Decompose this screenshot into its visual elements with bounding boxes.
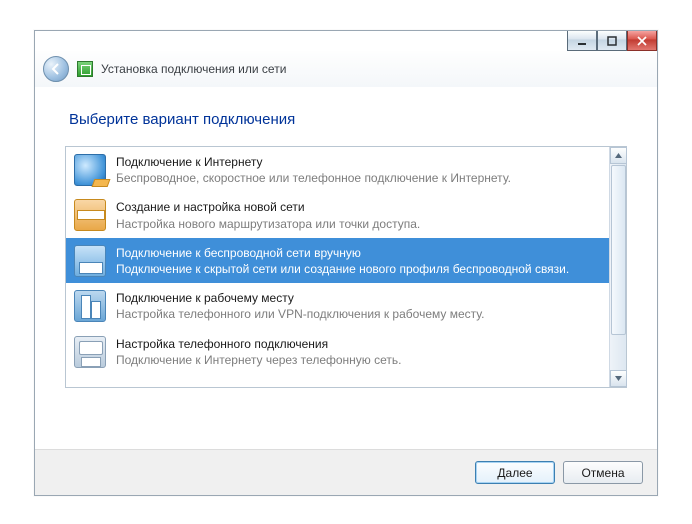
scroll-thumb[interactable] xyxy=(611,165,626,335)
back-button[interactable] xyxy=(43,56,69,82)
option-text: Создание и настройка новой сети Настройк… xyxy=(116,198,420,231)
connection-options-list: Подключение к Интернету Беспроводное, ск… xyxy=(65,146,627,388)
option-text: Подключение к Интернету Беспроводное, ск… xyxy=(116,153,511,186)
page-heading: Выберите вариант подключения xyxy=(69,111,627,128)
option-text: Подключение к рабочему месту Настройка т… xyxy=(116,289,484,322)
window-caption-buttons xyxy=(567,31,657,53)
wireless-icon xyxy=(74,245,106,277)
option-desc: Настройка нового маршрутизатора или точк… xyxy=(116,216,420,232)
wizard-header: Установка подключения или сети xyxy=(35,51,657,87)
workplace-icon xyxy=(74,290,106,322)
option-title: Подключение к беспроводной сети вручную xyxy=(116,245,569,261)
option-new-network[interactable]: Создание и настройка новой сети Настройк… xyxy=(66,192,609,237)
next-button[interactable]: Далее xyxy=(475,461,555,484)
close-button[interactable] xyxy=(627,31,657,51)
option-text: Подключение к беспроводной сети вручную … xyxy=(116,244,569,277)
scroll-up-button[interactable] xyxy=(610,147,627,164)
router-icon xyxy=(74,199,106,231)
options-body: Подключение к Интернету Беспроводное, ск… xyxy=(66,147,609,387)
option-title: Создание и настройка новой сети xyxy=(116,199,420,215)
option-desc: Настройка телефонного или VPN-подключени… xyxy=(116,306,484,322)
wizard-footer: Далее Отмена xyxy=(35,449,657,495)
phone-icon xyxy=(74,336,106,368)
option-title: Подключение к Интернету xyxy=(116,154,511,170)
option-internet[interactable]: Подключение к Интернету Беспроводное, ск… xyxy=(66,147,609,192)
option-manual-wireless[interactable]: Подключение к беспроводной сети вручную … xyxy=(66,238,609,283)
scroll-down-button[interactable] xyxy=(610,370,627,387)
maximize-button[interactable] xyxy=(597,31,627,51)
options-scrollbar[interactable] xyxy=(609,147,626,387)
option-dialup[interactable]: Настройка телефонного подключения Подклю… xyxy=(66,329,609,374)
option-text: Настройка телефонного подключения Подклю… xyxy=(116,335,402,368)
minimize-button[interactable] xyxy=(567,31,597,51)
option-desc: Беспроводное, скоростное или телефонное … xyxy=(116,170,511,186)
option-workplace[interactable]: Подключение к рабочему месту Настройка т… xyxy=(66,283,609,328)
option-desc: Подключение к скрытой сети или создание … xyxy=(116,261,569,277)
cancel-button[interactable]: Отмена xyxy=(563,461,643,484)
option-title: Настройка телефонного подключения xyxy=(116,336,402,352)
wizard-window: Установка подключения или сети Выберите … xyxy=(34,30,658,496)
network-setup-icon xyxy=(77,61,93,77)
globe-icon xyxy=(74,154,106,186)
wizard-content: Выберите вариант подключения Подключение… xyxy=(35,87,657,449)
window-title: Установка подключения или сети xyxy=(101,62,286,76)
option-desc: Подключение к Интернету через телефонную… xyxy=(116,352,402,368)
option-title: Подключение к рабочему месту xyxy=(116,290,484,306)
